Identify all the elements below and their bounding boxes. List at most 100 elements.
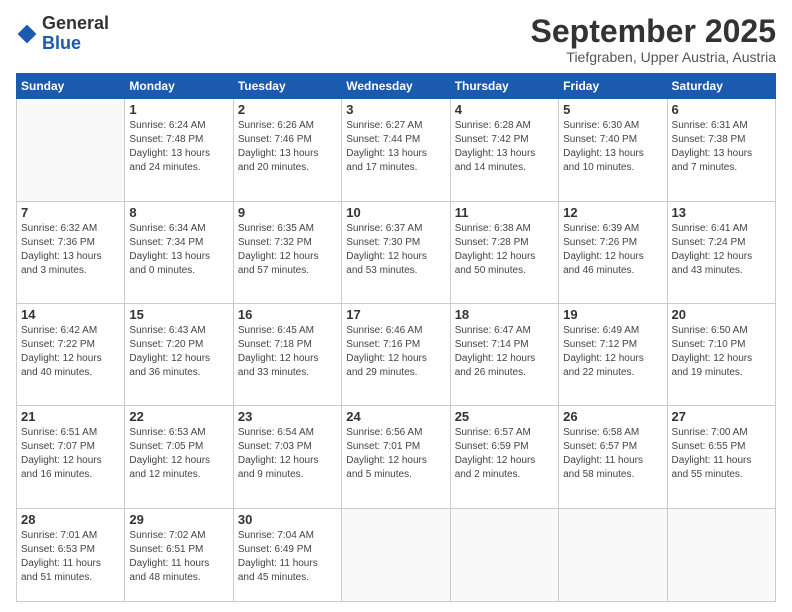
header: General Blue September 2025 Tiefgraben, … (16, 14, 776, 65)
calendar-week-row-3: 14 Sunrise: 6:42 AMSunset: 7:22 PMDayligh… (17, 304, 776, 406)
day-number: 3 (346, 102, 445, 117)
calendar-cell: 6 Sunrise: 6:31 AMSunset: 7:38 PMDaylight… (667, 99, 775, 201)
header-monday: Monday (125, 74, 233, 99)
month-title: September 2025 (531, 14, 776, 49)
day-info: Sunrise: 6:47 AMSunset: 7:14 PMDaylight:… (455, 324, 554, 380)
calendar-cell: 23 Sunrise: 6:54 AMSunset: 7:03 PMDayligh… (233, 406, 341, 508)
day-info: Sunrise: 6:35 AMSunset: 7:32 PMDaylight:… (238, 222, 337, 278)
day-number: 10 (346, 205, 445, 220)
day-info: Sunrise: 6:51 AMSunset: 7:07 PMDaylight:… (21, 426, 120, 482)
day-info: Sunrise: 6:45 AMSunset: 7:18 PMDaylight:… (238, 324, 337, 380)
calendar-cell: 20Sunrise: 6:50 AMSunset: 7:10 PMDayligh… (667, 304, 775, 406)
calendar-cell: 25Sunrise: 6:57 AMSunset: 6:59 PMDayligh… (450, 406, 558, 508)
day-number: 17 (346, 307, 445, 322)
day-number: 11 (455, 205, 554, 220)
calendar-cell: 11 Sunrise: 6:38 AMSunset: 7:28 PMDayligh… (450, 201, 558, 303)
day-info: Sunrise: 6:34 AMSunset: 7:34 PMDaylight:… (129, 222, 228, 278)
calendar-cell: 29Sunrise: 7:02 AMSunset: 6:51 PMDayligh… (125, 508, 233, 601)
day-number: 6 (672, 102, 771, 117)
day-info: Sunrise: 6:30 AMSunset: 7:40 PMDaylight:… (563, 119, 662, 175)
day-number: 7 (21, 205, 120, 220)
day-info: Sunrise: 6:24 AMSunset: 7:48 PMDaylight:… (129, 119, 228, 175)
calendar-cell: 8 Sunrise: 6:34 AMSunset: 7:34 PMDaylight… (125, 201, 233, 303)
day-info: Sunrise: 6:27 AMSunset: 7:44 PMDaylight:… (346, 119, 445, 175)
day-number: 23 (238, 409, 337, 424)
day-info: Sunrise: 6:50 AMSunset: 7:10 PMDaylight:… (672, 324, 771, 380)
day-number: 2 (238, 102, 337, 117)
day-number: 27 (672, 409, 771, 424)
day-info: Sunrise: 6:26 AMSunset: 7:46 PMDaylight:… (238, 119, 337, 175)
calendar-cell: 28Sunrise: 7:01 AMSunset: 6:53 PMDayligh… (17, 508, 125, 601)
calendar-table: Sunday Monday Tuesday Wednesday Thursday… (16, 73, 776, 602)
calendar-cell: 4 Sunrise: 6:28 AMSunset: 7:42 PMDaylight… (450, 99, 558, 201)
calendar-cell (450, 508, 558, 601)
calendar-cell (667, 508, 775, 601)
location-subtitle: Tiefgraben, Upper Austria, Austria (531, 49, 776, 65)
day-info: Sunrise: 6:28 AMSunset: 7:42 PMDaylight:… (455, 119, 554, 175)
header-friday: Friday (559, 74, 667, 99)
header-saturday: Saturday (667, 74, 775, 99)
calendar-week-row-4: 21Sunrise: 6:51 AMSunset: 7:07 PMDayligh… (17, 406, 776, 508)
calendar-cell: 16Sunrise: 6:45 AMSunset: 7:18 PMDayligh… (233, 304, 341, 406)
day-info: Sunrise: 6:42 AMSunset: 7:22 PMDaylight:… (21, 324, 120, 380)
day-number: 22 (129, 409, 228, 424)
calendar-cell: 22 Sunrise: 6:53 AMSunset: 7:05 PMDayligh… (125, 406, 233, 508)
day-number: 1 (129, 102, 228, 117)
day-info: Sunrise: 7:00 AMSunset: 6:55 PMDaylight:… (672, 426, 771, 482)
calendar-cell: 30 Sunrise: 7:04 AMSunset: 6:49 PMDayligh… (233, 508, 341, 601)
day-number: 4 (455, 102, 554, 117)
calendar-cell: 19 Sunrise: 6:49 AMSunset: 7:12 PMDayligh… (559, 304, 667, 406)
day-info: Sunrise: 6:43 AMSunset: 7:20 PMDaylight:… (129, 324, 228, 380)
calendar-cell (17, 99, 125, 201)
day-number: 29 (129, 512, 228, 527)
calendar-cell (559, 508, 667, 601)
calendar-cell: 26Sunrise: 6:58 AMSunset: 6:57 PMDayligh… (559, 406, 667, 508)
day-number: 30 (238, 512, 337, 527)
calendar-cell: 21Sunrise: 6:51 AMSunset: 7:07 PMDayligh… (17, 406, 125, 508)
day-number: 18 (455, 307, 554, 322)
day-number: 14 (21, 307, 120, 322)
day-number: 12 (563, 205, 662, 220)
day-info: Sunrise: 6:38 AMSunset: 7:28 PMDaylight:… (455, 222, 554, 278)
calendar-cell: 1 Sunrise: 6:24 AMSunset: 7:48 PMDaylight… (125, 99, 233, 201)
day-info: Sunrise: 6:53 AMSunset: 7:05 PMDaylight:… (129, 426, 228, 482)
calendar-cell: 24Sunrise: 6:56 AMSunset: 7:01 PMDayligh… (342, 406, 450, 508)
header-thursday: Thursday (450, 74, 558, 99)
weekday-header-row: Sunday Monday Tuesday Wednesday Thursday… (17, 74, 776, 99)
header-tuesday: Tuesday (233, 74, 341, 99)
day-number: 15 (129, 307, 228, 322)
calendar-cell: 5 Sunrise: 6:30 AMSunset: 7:40 PMDaylight… (559, 99, 667, 201)
day-info: Sunrise: 6:31 AMSunset: 7:38 PMDaylight:… (672, 119, 771, 175)
day-info: Sunrise: 6:56 AMSunset: 7:01 PMDaylight:… (346, 426, 445, 482)
calendar-week-row-2: 7 Sunrise: 6:32 AMSunset: 7:36 PMDaylight… (17, 201, 776, 303)
calendar-cell: 27 Sunrise: 7:00 AMSunset: 6:55 PMDayligh… (667, 406, 775, 508)
day-info: Sunrise: 7:04 AMSunset: 6:49 PMDaylight:… (238, 529, 337, 585)
calendar-cell: 14 Sunrise: 6:42 AMSunset: 7:22 PMDayligh… (17, 304, 125, 406)
logo-blue-text: Blue (42, 33, 81, 53)
calendar-cell: 9Sunrise: 6:35 AMSunset: 7:32 PMDaylight… (233, 201, 341, 303)
page: General Blue September 2025 Tiefgraben, … (0, 0, 792, 612)
day-number: 25 (455, 409, 554, 424)
calendar-cell: 12Sunrise: 6:39 AMSunset: 7:26 PMDayligh… (559, 201, 667, 303)
day-info: Sunrise: 6:46 AMSunset: 7:16 PMDaylight:… (346, 324, 445, 380)
day-info: Sunrise: 6:54 AMSunset: 7:03 PMDaylight:… (238, 426, 337, 482)
day-number: 5 (563, 102, 662, 117)
calendar-cell: 15 Sunrise: 6:43 AMSunset: 7:20 PMDayligh… (125, 304, 233, 406)
day-info: Sunrise: 6:32 AMSunset: 7:36 PMDaylight:… (21, 222, 120, 278)
logo: General Blue (16, 14, 109, 54)
calendar-cell (342, 508, 450, 601)
day-number: 8 (129, 205, 228, 220)
calendar-week-row-1: 1 Sunrise: 6:24 AMSunset: 7:48 PMDaylight… (17, 99, 776, 201)
day-info: Sunrise: 6:37 AMSunset: 7:30 PMDaylight:… (346, 222, 445, 278)
day-info: Sunrise: 6:49 AMSunset: 7:12 PMDaylight:… (563, 324, 662, 380)
header-wednesday: Wednesday (342, 74, 450, 99)
day-info: Sunrise: 6:41 AMSunset: 7:24 PMDaylight:… (672, 222, 771, 278)
logo-general-text: General (42, 13, 109, 33)
day-number: 19 (563, 307, 662, 322)
calendar-cell: 7 Sunrise: 6:32 AMSunset: 7:36 PMDaylight… (17, 201, 125, 303)
title-block: September 2025 Tiefgraben, Upper Austria… (531, 14, 776, 65)
day-number: 28 (21, 512, 120, 527)
logo-icon (16, 23, 38, 45)
calendar-week-row-5: 28Sunrise: 7:01 AMSunset: 6:53 PMDayligh… (17, 508, 776, 601)
header-sunday: Sunday (17, 74, 125, 99)
